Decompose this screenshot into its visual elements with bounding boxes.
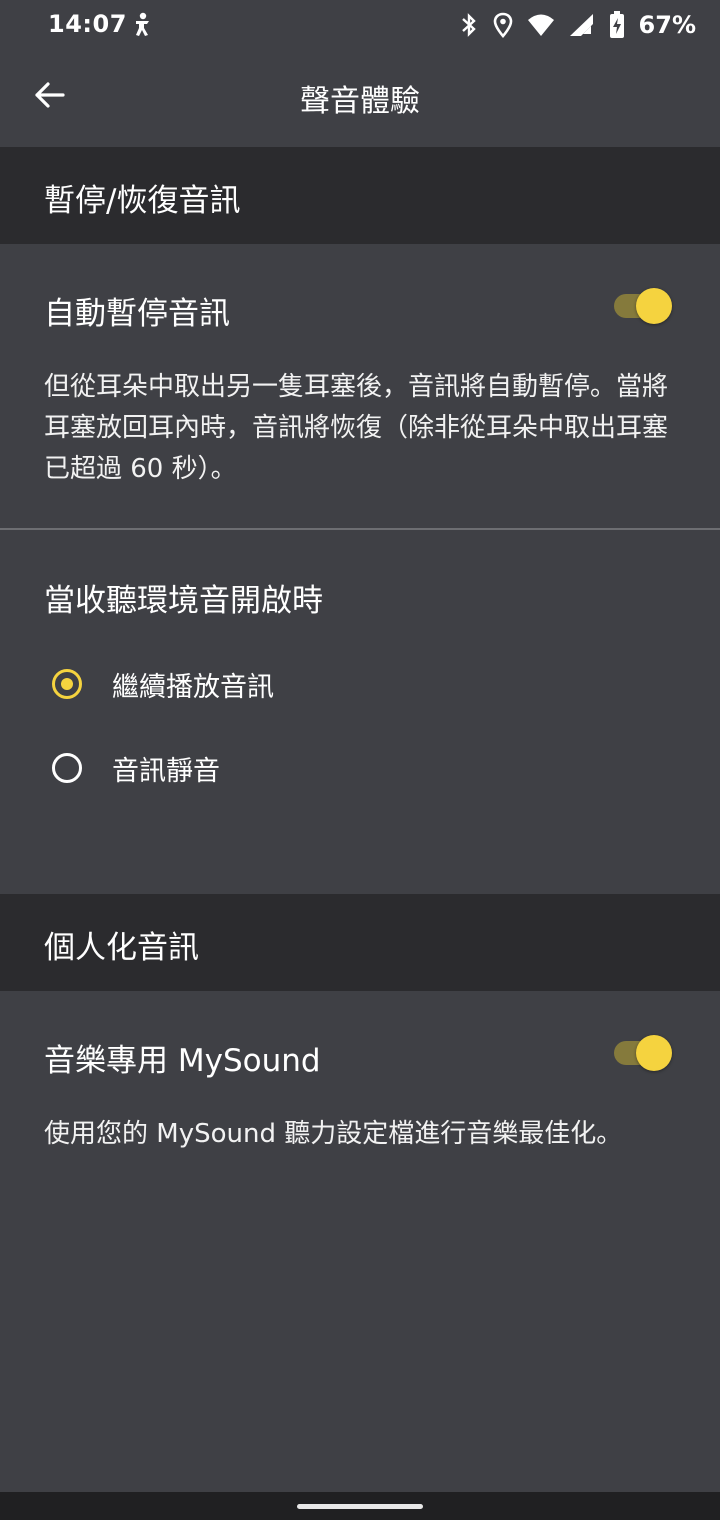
ambient-sound-label: 當收聽環境音開啟時 (44, 583, 323, 619)
section-header-label: 暫停/恢復音訊 (44, 183, 241, 219)
divider (0, 528, 720, 530)
gesture-handle[interactable] (297, 1504, 423, 1509)
section-header-label: 個人化音訊 (44, 930, 199, 966)
toggle-thumb (636, 1035, 672, 1071)
bluetooth-icon (459, 12, 479, 38)
status-bar: 14:07 67% (0, 0, 720, 50)
signal-icon (569, 13, 595, 37)
status-icons: 67% (459, 10, 696, 40)
battery-charging-icon (609, 11, 625, 39)
radio-button-unchecked[interactable] (52, 753, 82, 783)
status-time: 14:07 (48, 10, 127, 38)
toggle-thumb (636, 288, 672, 324)
mysound-toggle[interactable] (612, 1033, 674, 1073)
navigation-bar (0, 1492, 720, 1520)
section-header-personalized: 個人化音訊 (0, 894, 720, 991)
radio-button-checked[interactable] (52, 669, 82, 699)
section-header-pause: 暫停/恢復音訊 (0, 147, 720, 244)
radio-option-keep-playing[interactable]: 繼續播放音訊 (48, 654, 688, 714)
accessibility-icon (130, 12, 154, 38)
auto-pause-label: 自動暫停音訊 (44, 296, 230, 332)
wifi-icon (527, 13, 555, 37)
radio-option-mute-audio[interactable]: 音訊靜音 (48, 738, 688, 798)
auto-pause-toggle[interactable] (612, 286, 674, 326)
mysound-description: 使用您的 MySound 聽力設定檔進行音樂最佳化。 (44, 1119, 623, 1149)
radio-option-label: 音訊靜音 (112, 755, 220, 787)
app-bar: 聲音體驗 (0, 50, 720, 146)
location-icon (493, 12, 513, 38)
mysound-label: 音樂專用 MySound (44, 1043, 321, 1079)
battery-percentage: 67% (638, 11, 696, 39)
auto-pause-description: 但從耳朵中取出另一隻耳塞後，音訊將自動暫停。當將耳塞放回耳內時，音訊將恢復（除非… (44, 372, 669, 484)
page-title: 聲音體驗 (300, 84, 420, 119)
radio-option-label: 繼續播放音訊 (112, 671, 274, 703)
